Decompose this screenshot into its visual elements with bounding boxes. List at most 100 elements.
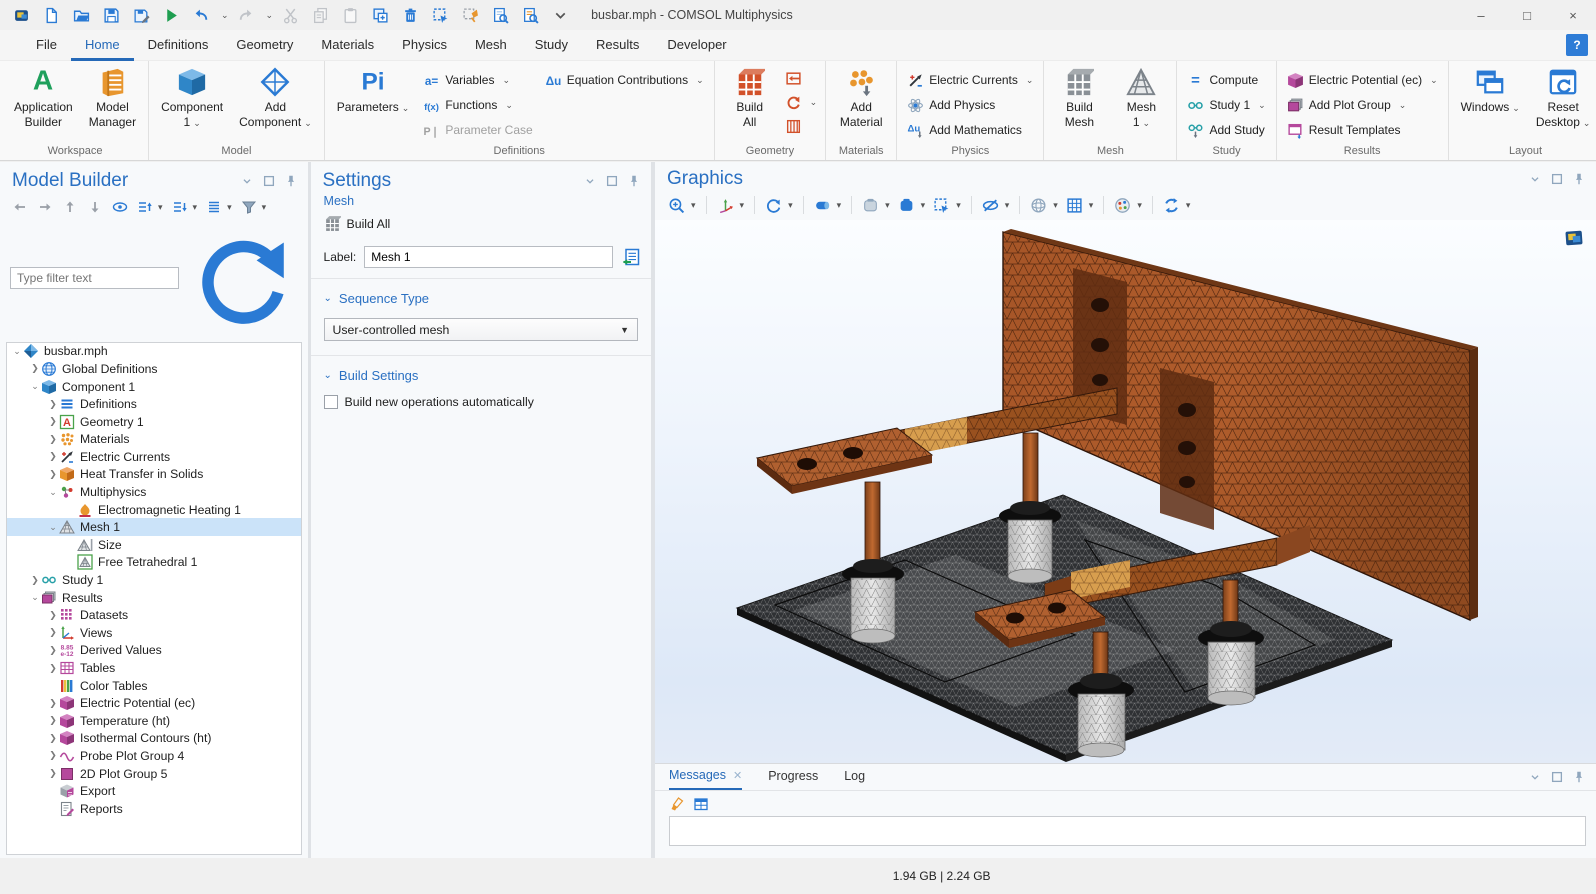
add-material-button[interactable]: Add Material [832,63,890,132]
plot-group-button[interactable]: Electric Potential (ec)⌄ [1283,69,1442,91]
new-file-button[interactable] [38,3,64,27]
list-flat-icon[interactable] [206,199,222,215]
tree-item-temperature-ht-[interactable]: ❯Temperature (ht) [7,712,301,730]
panel-pin-icon[interactable] [1572,770,1586,784]
tree-item-views[interactable]: ❯Views [7,624,301,642]
tab-definitions[interactable]: Definitions [134,30,223,61]
chevron-right-icon[interactable]: ❯ [47,416,59,427]
build-settings-section-header[interactable]: ⌄ Build Settings [311,356,651,393]
find-settings-button[interactable] [517,3,543,27]
tree-item-definitions[interactable]: ❯Definitions [7,395,301,413]
physics-interface-button[interactable]: Electric Currents⌄ [903,69,1037,91]
tree-item-mesh-1[interactable]: ⌄Mesh 1 [7,518,301,536]
add-plot-group-button[interactable]: Add Plot Group⌄ [1283,94,1442,116]
application-builder-button[interactable]: AApplication Builder [8,63,79,132]
tab-home[interactable]: Home [71,30,134,61]
color-theme-button[interactable]: ▾ [1111,193,1145,217]
chevron-right-icon[interactable]: ❯ [47,698,59,709]
panel-chevron-icon[interactable] [1528,172,1542,186]
tree-item-geometry-1[interactable]: ❯AGeometry 1 [7,413,301,431]
chevron-right-icon[interactable]: ❯ [47,733,59,744]
panel-float-icon[interactable] [605,174,619,188]
arrow-left-icon[interactable] [12,199,28,215]
parameters-button[interactable]: PiParameters⌄ [331,63,416,117]
build-all-geometry-button[interactable]: Build All [721,63,779,132]
mesh-1-button[interactable]: Mesh 1⌄ [1112,63,1170,132]
select-button[interactable] [427,3,453,27]
rotate-view-button[interactable]: ▾ [762,193,796,217]
arrow-right-icon[interactable] [37,199,53,215]
arrow-down-icon[interactable] [87,199,103,215]
redo-button[interactable] [233,3,259,27]
minimize-button[interactable]: – [1458,0,1504,30]
grid-view-button[interactable]: ▾ [1063,193,1097,217]
chevron-right-icon[interactable]: ❯ [29,363,41,374]
close-tab-icon[interactable]: ✕ [733,770,742,782]
partition-button[interactable] [783,116,820,136]
chevron-right-icon[interactable]: ❯ [47,715,59,726]
build-mesh-button[interactable]: Build Mesh [1050,63,1108,132]
chevron-right-icon[interactable]: ❯ [47,451,59,462]
chevron-right-icon[interactable]: ❯ [29,575,41,586]
tree-item-tables[interactable]: ❯Tables [7,659,301,677]
mesh-label-input[interactable] [364,246,613,268]
tab-developer[interactable]: Developer [653,30,740,61]
tree-item-electromagnetic-heating-1[interactable]: Electromagnetic Heating 1 [7,501,301,519]
hide-obj-button[interactable]: ▾ [979,193,1013,217]
tab-results[interactable]: Results [582,30,653,61]
scene-light-button[interactable]: ▾ [859,193,893,217]
tree-item-free-tetrahedral-1[interactable]: Free Tetrahedral 1 [7,554,301,572]
tab-study[interactable]: Study [521,30,582,61]
panel-float-icon[interactable] [1550,172,1564,186]
wireframe-button[interactable]: ▾ [1027,193,1061,217]
list-down-icon[interactable] [172,199,188,215]
tab-materials[interactable]: Materials [307,30,388,61]
arrow-up-icon[interactable] [62,199,78,215]
tab-physics[interactable]: Physics [388,30,461,61]
chevron-right-icon[interactable]: ❯ [47,768,59,779]
chevron-down-icon[interactable]: ⌄ [11,346,23,357]
component-1-button[interactable]: Component 1⌄ [155,63,229,132]
build-all-button[interactable]: Build All [311,208,651,232]
scene-shade-button[interactable]: ▾ [895,193,929,217]
chevron-right-icon[interactable]: ❯ [47,610,59,621]
image-snapshot-icon[interactable] [1562,228,1586,248]
table-messages-icon[interactable] [693,796,709,812]
panel-float-icon[interactable] [1550,770,1564,784]
chevron-right-icon[interactable]: ❯ [47,645,59,656]
tab-messages[interactable]: Messages✕ [669,768,742,790]
chevron-right-icon[interactable]: ❯ [47,750,59,761]
chevron-right-icon[interactable]: ❯ [47,434,59,445]
maximize-button[interactable]: □ [1504,0,1550,30]
functions-button[interactable]: f(x)Functions⌄ [419,94,536,116]
panel-float-icon[interactable] [262,174,276,188]
chevron-right-icon[interactable]: ❯ [47,399,59,410]
chevron-down-icon[interactable]: ⌄ [266,10,274,21]
chevron-down-icon[interactable]: ⌄ [47,487,59,498]
tree-item-probe-plot-group-4[interactable]: ❯Probe Plot Group 4 [7,747,301,765]
filter-input[interactable] [10,267,179,289]
tab-mesh[interactable]: Mesh [461,30,521,61]
axes-orient-button[interactable]: ▾ [714,193,748,217]
tab-file[interactable]: File [22,30,71,61]
chevron-down-icon[interactable]: ⌄ [221,10,229,21]
add-study-button[interactable]: Add Study [1183,119,1269,141]
sync-view-button[interactable]: ▾ [1160,193,1194,217]
add-mathematics-button[interactable]: ΔuAdd Mathematics [903,119,1037,141]
build-new-operations-checkbox[interactable] [324,395,338,409]
tree-item-electric-potential-ec-[interactable]: ❯Electric Potential (ec) [7,694,301,712]
collapse-refresh-button[interactable] [185,221,300,336]
panel-chevron-icon[interactable] [240,174,254,188]
tree-item-size[interactable]: Size [7,536,301,554]
tree-item-export[interactable]: Export [7,782,301,800]
list-up-icon[interactable] [137,199,153,215]
paste-button[interactable] [337,3,363,27]
customize-toolbar-button[interactable] [547,3,573,27]
windows-button[interactable]: Windows⌄ [1455,63,1526,117]
tree-item-busbar-mph[interactable]: ⌄busbar.mph [7,343,301,361]
import-geometry-button[interactable] [783,68,820,88]
clear-selection-button[interactable] [457,3,483,27]
graphics-canvas[interactable] [655,220,1596,763]
view-3d-button[interactable]: ▾ [811,193,845,217]
copy-button[interactable] [307,3,333,27]
